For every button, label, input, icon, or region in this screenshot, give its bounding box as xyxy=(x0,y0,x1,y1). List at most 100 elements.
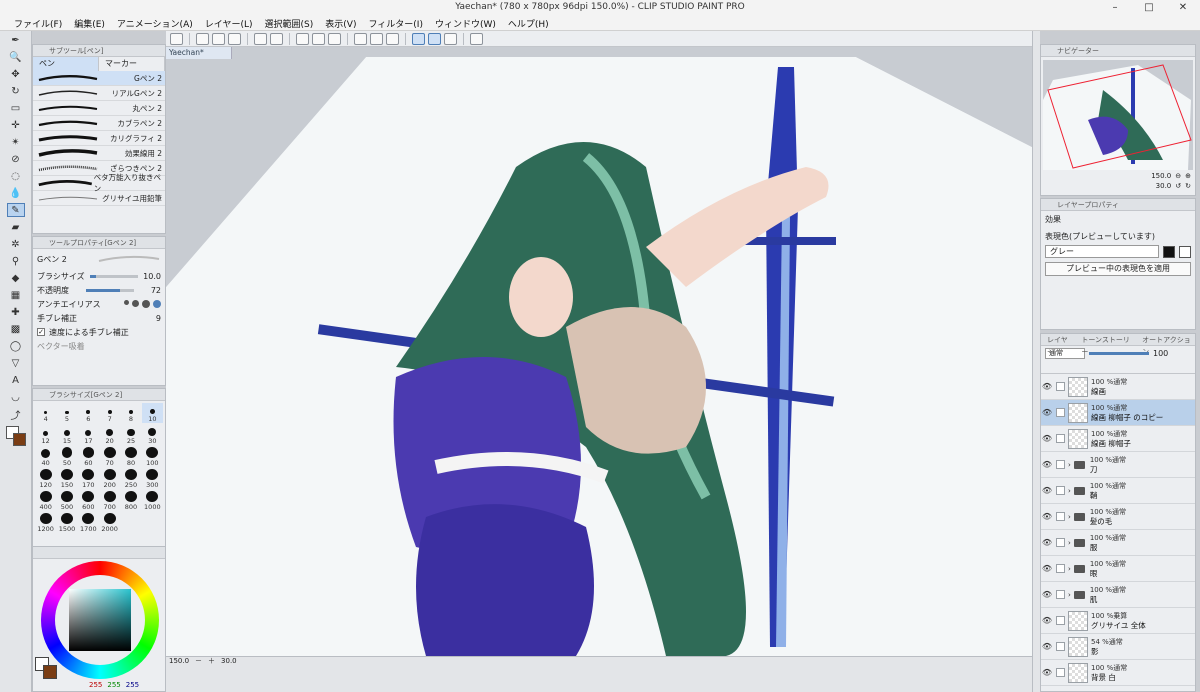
brush-size-option[interactable]: 800 xyxy=(120,491,141,511)
lock-checkbox[interactable] xyxy=(1056,460,1065,469)
brush-item[interactable]: 丸ペン 2 xyxy=(33,101,165,116)
move-icon[interactable]: ✥ xyxy=(7,67,25,81)
expand-chevron-icon[interactable]: › xyxy=(1068,591,1071,599)
vector-row[interactable]: ベクター吸着 xyxy=(33,339,165,353)
lock-checkbox[interactable] xyxy=(1056,590,1065,599)
layer-opacity-value[interactable]: 100 xyxy=(1153,349,1168,358)
brush-size-option[interactable]: 200 xyxy=(99,469,120,489)
visibility-eye-icon[interactable]: 👁 xyxy=(1041,512,1053,521)
brush-size-option[interactable]: 5 xyxy=(56,403,77,423)
brush-size-option[interactable]: 600 xyxy=(78,491,99,511)
visibility-eye-icon[interactable]: 👁 xyxy=(1041,538,1053,547)
visibility-eye-icon[interactable]: 👁 xyxy=(1041,590,1053,599)
antialias-row[interactable]: アンチエイリアス xyxy=(33,297,165,311)
brush-size-option[interactable]: 400 xyxy=(35,491,56,511)
lock-checkbox[interactable] xyxy=(1056,512,1065,521)
lock-checkbox[interactable] xyxy=(1056,408,1065,417)
brush-size-option[interactable]: 12 xyxy=(35,425,56,445)
layer-row[interactable]: 👁 100 %通常 線画 xyxy=(1041,374,1195,400)
tab-layer[interactable]: レイヤー xyxy=(1047,334,1073,356)
brush-size-option[interactable]: 80 xyxy=(120,447,141,467)
invert-selection-icon[interactable] xyxy=(370,32,383,45)
expand-chevron-icon[interactable]: › xyxy=(1068,461,1071,469)
brush-size-option[interactable]: 250 xyxy=(120,469,141,489)
menu-selection[interactable]: 選択範囲(S) xyxy=(259,15,320,30)
tab-pen[interactable]: ペン xyxy=(33,57,99,71)
white-swatch[interactable] xyxy=(1179,245,1191,258)
minimize-button[interactable]: – xyxy=(1098,0,1132,15)
brush-size-option[interactable]: 700 xyxy=(99,491,120,511)
balloon-icon[interactable]: ▽ xyxy=(7,356,25,370)
menu-filter[interactable]: フィルター(I) xyxy=(362,15,429,30)
brush-item[interactable]: カブラペン 2 xyxy=(33,116,165,131)
lock-checkbox[interactable] xyxy=(1056,538,1065,547)
save-icon[interactable] xyxy=(228,32,241,45)
document-tab[interactable]: Yaechan* xyxy=(166,47,232,59)
snap-special-ruler-icon[interactable] xyxy=(428,32,441,45)
brush-size-option[interactable]: 10 xyxy=(141,403,163,423)
antialias-options[interactable] xyxy=(124,300,161,308)
visibility-eye-icon[interactable]: 👁 xyxy=(1041,382,1053,391)
brush-size-option[interactable]: 30 xyxy=(142,425,163,445)
open-folder-icon[interactable] xyxy=(212,32,225,45)
visibility-eye-icon[interactable]: 👁 xyxy=(1041,408,1053,417)
text-icon[interactable]: A xyxy=(7,373,25,387)
rotate-left-icon[interactable]: ↺ xyxy=(1175,182,1181,190)
correct-line-icon[interactable]: ⤴ xyxy=(7,407,25,422)
menu-help[interactable]: ヘルプ(H) xyxy=(502,15,555,30)
saturation-square[interactable] xyxy=(69,589,131,651)
expand-chevron-icon[interactable]: › xyxy=(1068,487,1071,495)
brush-item[interactable]: ベタ万能入り抜きペン xyxy=(33,173,165,193)
magic-wand-icon[interactable]: ✴ xyxy=(7,135,25,149)
menu-file[interactable]: ファイル(F) xyxy=(8,15,68,30)
visibility-eye-icon[interactable]: 👁 xyxy=(1041,616,1053,625)
redo-icon[interactable] xyxy=(270,32,283,45)
pen-icon[interactable]: ✎ xyxy=(6,203,25,217)
layer-row[interactable]: 👁 100 %通常 線画 柳帽子 xyxy=(1041,426,1195,452)
layer-row[interactable]: 👁 › 100 %通常眼 xyxy=(1041,556,1195,582)
brush-item[interactable]: リアルGペン 2 xyxy=(33,86,165,101)
brush-size-option[interactable]: 40 xyxy=(35,447,56,467)
snap-ruler-icon[interactable] xyxy=(412,32,425,45)
speech-bubble-icon[interactable]: ◡ xyxy=(7,390,25,404)
layer-opacity-slider[interactable] xyxy=(1089,351,1149,355)
sub-color[interactable] xyxy=(43,665,57,679)
brush-item[interactable]: カリグラフィ 2 xyxy=(33,131,165,146)
rotate-right-icon[interactable]: ↻ xyxy=(1185,182,1191,190)
layer-row[interactable]: 👁 100 %通常 背景 白 xyxy=(1041,660,1195,686)
opacity-row[interactable]: 不透明度 72 xyxy=(33,283,165,297)
brush-size-option[interactable]: 2000 xyxy=(99,513,120,533)
brush-size-option[interactable]: 150 xyxy=(56,469,77,489)
visibility-eye-icon[interactable]: 👁 xyxy=(1041,486,1053,495)
snap-grid-icon[interactable] xyxy=(444,32,457,45)
brush-size-row[interactable]: ブラシサイズ 10.0 xyxy=(33,269,165,283)
show-selection-icon[interactable] xyxy=(386,32,399,45)
blend-icon[interactable]: 💧 xyxy=(7,186,25,200)
speed-stab-row[interactable]: ✓ 速度による手ブレ補正 xyxy=(33,325,165,339)
brush-size-option[interactable]: 100 xyxy=(142,447,163,467)
figure-icon[interactable]: ◯ xyxy=(7,339,25,353)
lock-checkbox[interactable] xyxy=(1056,616,1065,625)
menu-view[interactable]: 表示(V) xyxy=(319,15,362,30)
hue-ring[interactable] xyxy=(41,561,159,679)
lock-checkbox[interactable] xyxy=(1056,434,1065,443)
expand-chevron-icon[interactable]: › xyxy=(1068,565,1071,573)
visibility-eye-icon[interactable]: 👁 xyxy=(1041,642,1053,651)
gradient-icon[interactable]: ▩ xyxy=(7,322,25,336)
brush-size-option[interactable]: 17 xyxy=(78,425,99,445)
color-swatches[interactable] xyxy=(5,425,27,447)
tab-marker[interactable]: マーカー xyxy=(99,57,165,71)
zoom-out-icon[interactable]: ⊖ xyxy=(1175,172,1181,180)
visibility-eye-icon[interactable]: 👁 xyxy=(1041,460,1053,469)
maximize-button[interactable]: □ xyxy=(1132,0,1166,15)
black-swatch[interactable] xyxy=(1163,245,1175,258)
speed-stab-checkbox[interactable]: ✓ xyxy=(37,328,45,336)
lock-checkbox[interactable] xyxy=(1056,564,1065,573)
menu-animation[interactable]: アニメーション(A) xyxy=(111,15,199,30)
brush-size-option[interactable]: 500 xyxy=(56,491,77,511)
eyedropper-icon[interactable]: ⊘ xyxy=(7,152,25,166)
undo-icon[interactable] xyxy=(254,32,267,45)
brush-size-option[interactable]: 50 xyxy=(56,447,77,467)
visibility-eye-icon[interactable]: 👁 xyxy=(1041,564,1053,573)
zoom-in-icon[interactable]: ⊕ xyxy=(1185,172,1191,180)
